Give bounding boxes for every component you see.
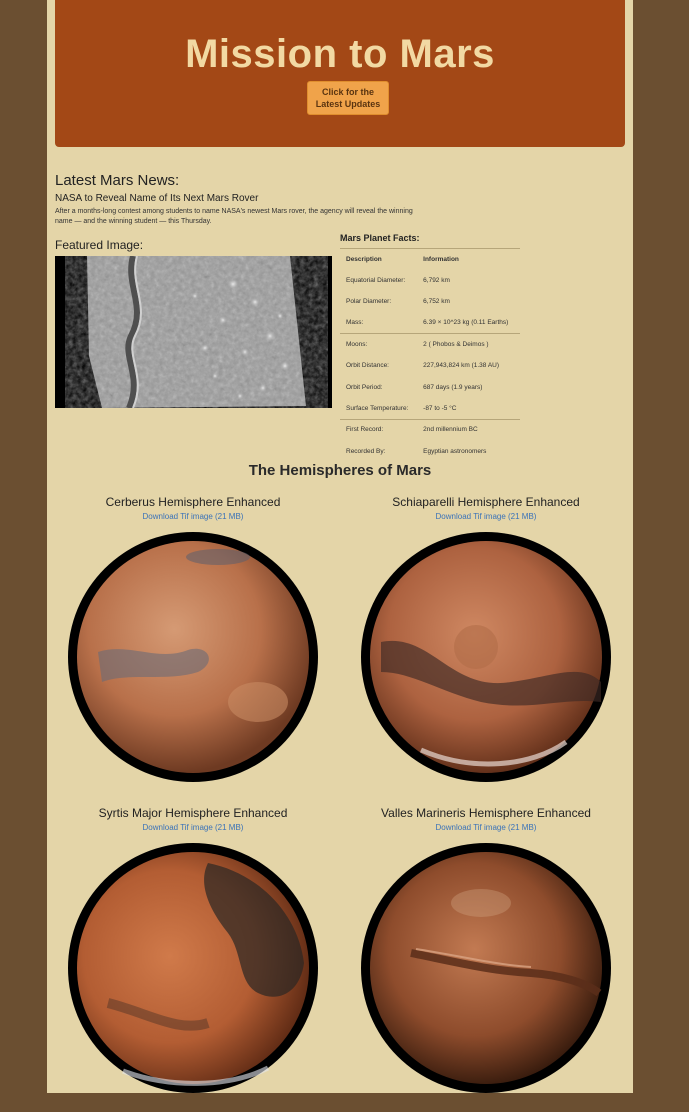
hemisphere-image-valles-marineris[interactable] <box>361 843 611 1093</box>
fact-label: Polar Diameter: <box>340 290 418 313</box>
fact-value: 227,943,824 km (1.38 AU) <box>417 354 520 377</box>
download-tif-link[interactable]: Download Tif image (21 MB) <box>68 512 318 522</box>
hemisphere-image-schiaparelli[interactable] <box>361 532 611 782</box>
facts-column-header: Description <box>340 248 418 270</box>
download-tif-link[interactable]: Download Tif image (21 MB) <box>361 823 611 833</box>
table-row: Moons: 2 ( Phobos & Deimos ) <box>340 333 520 356</box>
fact-value: 687 days (1.9 years) <box>417 375 520 398</box>
fact-label: Recorded By: <box>340 440 418 462</box>
fact-label: First Record: <box>340 418 418 441</box>
fact-value: 6.39 × 10^23 kg (0.11 Earths) <box>417 311 520 334</box>
news-heading: Latest Mars News: <box>55 172 180 189</box>
download-tif-link[interactable]: Download Tif image (21 MB) <box>361 512 611 522</box>
fact-label: Surface Temperature: <box>340 397 418 420</box>
table-row: Equatorial Diameter: 6,792 km <box>340 268 520 291</box>
fact-value: -87 to -5 °C <box>417 397 520 420</box>
hemisphere-title: Valles Marineris Hemisphere Enhanced <box>381 806 591 820</box>
fact-value: Egyptian astronomers <box>417 440 520 462</box>
fact-label: Orbit Distance: <box>340 354 418 377</box>
featured-image-heading: Featured Image: <box>55 238 144 252</box>
fact-label: Moons: <box>340 333 418 356</box>
hemisphere-card-schiaparelli: Schiaparelli Hemisphere Enhanced Downloa… <box>361 495 611 782</box>
fact-label: Equatorial Diameter: <box>340 268 418 291</box>
download-tif-link[interactable]: Download Tif image (21 MB) <box>68 823 318 833</box>
hemisphere-card-valles-marineris: Valles Marineris Hemisphere Enhanced Dow… <box>361 806 611 1093</box>
latest-updates-button[interactable]: Click for the Latest Updates <box>307 81 389 115</box>
table-row: Polar Diameter: 6,752 km <box>340 290 520 313</box>
facts-column-header: Information <box>417 248 520 270</box>
fact-value: 6,792 km <box>417 268 520 291</box>
page-container: Mission to Mars Click for the Latest Upd… <box>47 0 633 1093</box>
table-row: First Record: 2nd millennium BC <box>340 418 520 441</box>
fact-value: 2 ( Phobos & Deimos ) <box>417 333 520 356</box>
table-row: Recorded By: Egyptian astronomers <box>340 440 520 462</box>
fact-label: Orbit Period: <box>340 375 418 398</box>
news-paragraph: After a months-long contest among studen… <box>55 208 413 225</box>
news-title: NASA to Reveal Name of Its Next Mars Rov… <box>55 193 259 204</box>
table-row: Mass: 6.39 × 10^23 kg (0.11 Earths) <box>340 311 520 334</box>
facts-title: Mars Planet Facts: <box>340 233 420 243</box>
fact-value: 6,752 km <box>417 290 520 313</box>
hemisphere-title: Syrtis Major Hemisphere Enhanced <box>98 806 288 820</box>
header-jumbotron: Mission to Mars Click for the Latest Upd… <box>55 0 625 147</box>
table-row: Surface Temperature: -87 to -5 °C <box>340 397 520 420</box>
mars-facts-table: Description Information Equatorial Diame… <box>340 248 520 462</box>
fact-label: Mass: <box>340 311 418 334</box>
hemisphere-image-cerberus[interactable] <box>68 532 318 782</box>
hemisphere-title: Schiaparelli Hemisphere Enhanced <box>392 495 580 509</box>
fact-value: 2nd millennium BC <box>417 418 520 441</box>
hemispheres-heading: The Hemispheres of Mars <box>248 462 432 479</box>
hemisphere-image-syrtis-major[interactable] <box>68 843 318 1093</box>
featured-image <box>55 256 332 408</box>
page-title: Mission to Mars <box>185 32 495 76</box>
table-row: Orbit Period: 687 days (1.9 years) <box>340 375 520 398</box>
hemisphere-card-cerberus: Cerberus Hemisphere Enhanced Download Ti… <box>68 495 318 782</box>
hemisphere-title: Cerberus Hemisphere Enhanced <box>105 495 281 509</box>
table-row: Orbit Distance: 227,943,824 km (1.38 AU) <box>340 354 520 377</box>
hemisphere-card-syrtis-major: Syrtis Major Hemisphere Enhanced Downloa… <box>68 806 318 1093</box>
